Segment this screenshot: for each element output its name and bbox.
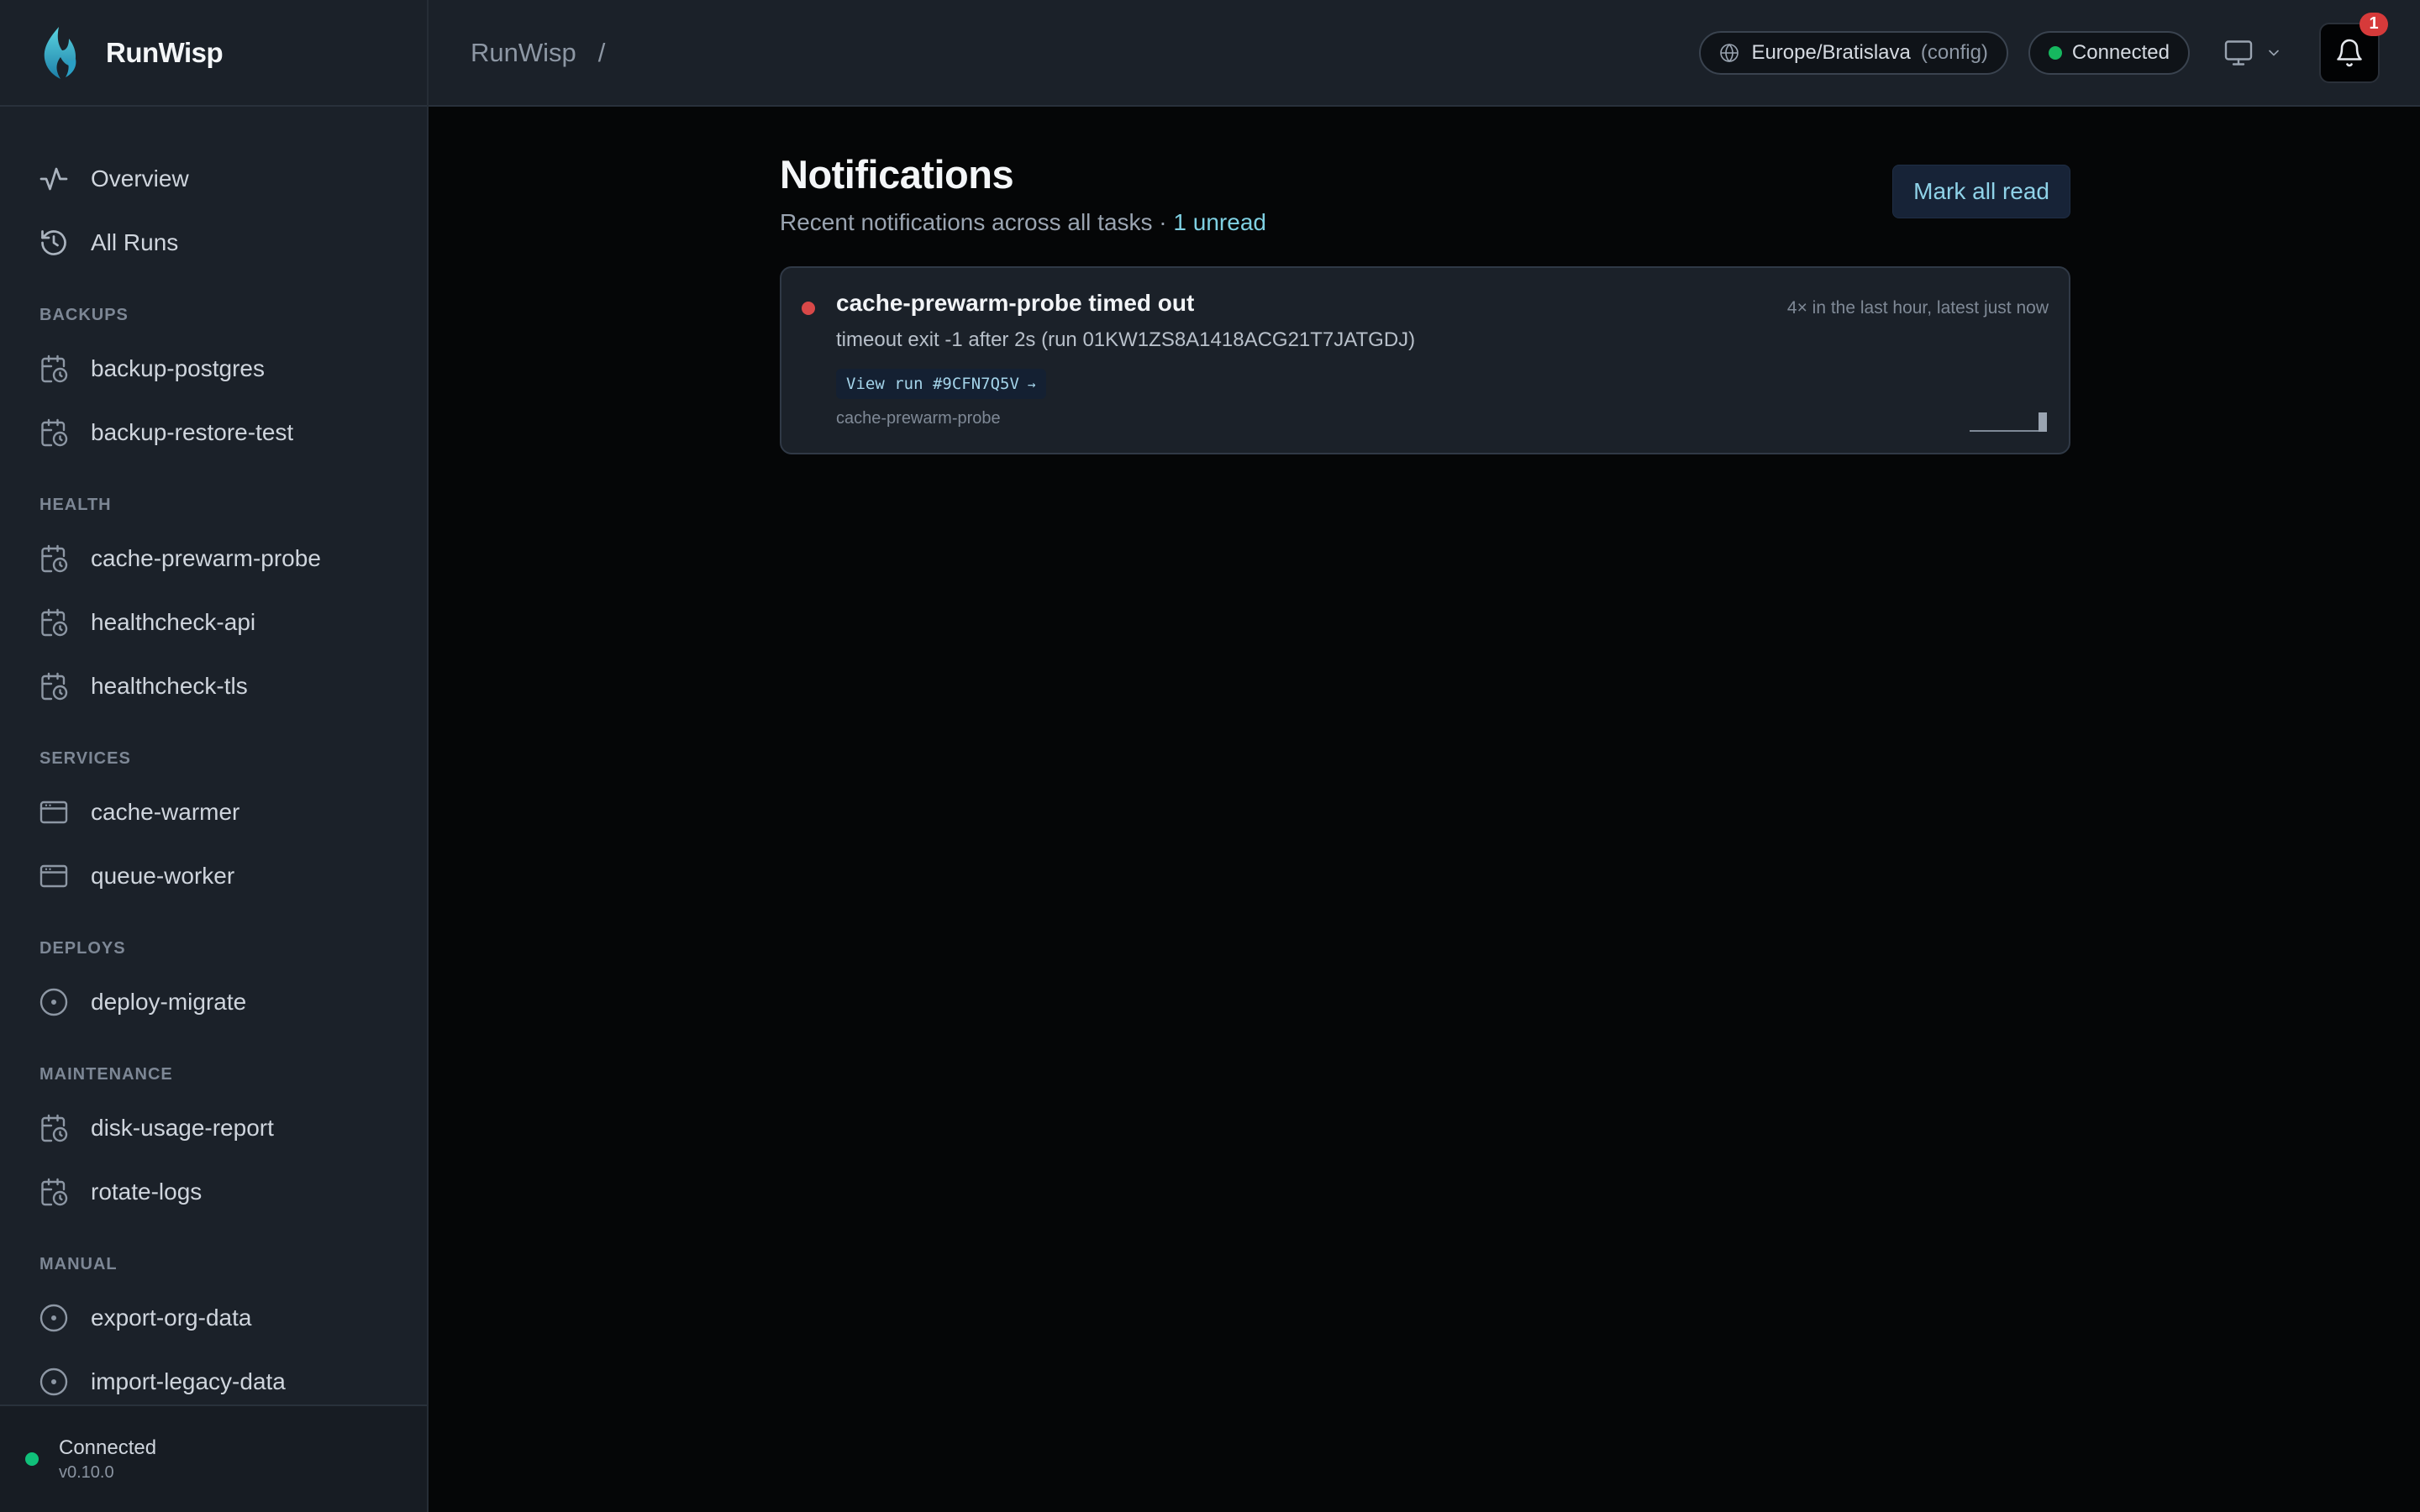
sidebar-item-label: queue-worker — [91, 863, 235, 889]
sidebar-item-disk-usage-report[interactable]: disk-usage-report — [0, 1096, 427, 1160]
section-label-maintenance: MAINTENANCE — [39, 1065, 173, 1084]
page-subtitle: Recent notifications across all tasks · … — [780, 209, 1266, 236]
bell-icon — [2337, 39, 2362, 66]
unread-count: 1 unread — [1173, 209, 1266, 235]
breadcrumb-separator: / — [597, 37, 606, 67]
occurrence-sparkline — [1970, 412, 2047, 432]
notification-task-name: cache-prewarm-probe — [836, 409, 1001, 428]
notification-description: timeout exit -1 after 2s (run 01KW1ZS8A1… — [836, 328, 1416, 351]
section-label-deploys: DEPLOYS — [39, 939, 126, 958]
sidebar-item-backup-postgres[interactable]: backup-postgres — [0, 337, 427, 401]
sidebar-item-backup-restore-test[interactable]: backup-restore-test — [0, 401, 427, 465]
connection-label: Connected — [2071, 40, 2170, 64]
calendar-clock-icon — [39, 543, 69, 574]
app-version: v0.10.0 — [59, 1462, 114, 1482]
sidebar-item-label: healthcheck-tls — [91, 673, 248, 699]
breadcrumb: RunWisp / — [429, 38, 605, 68]
page-subtitle-text: Recent notifications across all tasks · — [780, 209, 1174, 235]
connection-pill: Connected — [2028, 30, 2190, 75]
calendar-clock-icon — [39, 1177, 69, 1207]
theme-display-dropdown[interactable] — [2223, 38, 2282, 68]
calendar-clock-icon — [39, 1113, 69, 1143]
notification-time: 4× in the last hour, latest just now — [1786, 298, 2049, 318]
calendar-clock-icon — [39, 354, 69, 384]
sidebar-item-label: healthcheck-api — [91, 609, 256, 635]
section-label-services: SERVICES — [39, 749, 131, 768]
chevron-down-icon — [2269, 50, 2279, 56]
calendar-clock-icon — [39, 671, 69, 701]
sidebar-item-label: All Runs — [91, 229, 179, 255]
sidebar-item-label: import-legacy-data — [91, 1368, 286, 1394]
circle-dot-icon — [39, 987, 69, 1017]
sidebar-item-queue-worker[interactable]: queue-worker — [0, 844, 427, 908]
sidebar-item-label: deploy-migrate — [91, 989, 247, 1015]
brand[interactable]: RunWisp — [0, 0, 427, 107]
sidebar-item-healthcheck-api[interactable]: healthcheck-api — [0, 591, 427, 654]
circle-dot-icon — [39, 1303, 69, 1333]
sidebar-item-label: backup-restore-test — [91, 419, 294, 445]
calendar-clock-icon — [39, 417, 69, 448]
circle-dot-icon — [39, 1367, 69, 1397]
arrow-right-icon: → — [1027, 375, 1036, 392]
notification-count-badge: 1 — [2360, 12, 2388, 36]
notification-title: cache-prewarm-probe timed out — [836, 290, 1195, 316]
sidebar-item-label: Overview — [91, 165, 189, 192]
brand-name: RunWisp — [106, 36, 224, 68]
activity-icon — [39, 164, 69, 194]
header-actions: Europe/Bratislava (config) Connected 1 — [1699, 12, 2420, 83]
view-run-label: View run #9CFN7Q5V — [846, 375, 1019, 393]
sidebar: RunWisp Overview All Runs BACKUPS backup… — [0, 0, 429, 1512]
calendar-clock-icon — [39, 607, 69, 638]
footer-connection-status: Connected — [59, 1436, 157, 1459]
sidebar-item-rotate-logs[interactable]: rotate-logs — [0, 1160, 427, 1224]
connection-dot — [2048, 45, 2062, 60]
sidebar-nav: Overview All Runs BACKUPS backup-postgre… — [0, 107, 427, 1414]
sidebar-item-label: export-org-data — [91, 1305, 252, 1331]
monitor-icon — [2224, 39, 2253, 66]
sidebar-item-healthcheck-tls[interactable]: healthcheck-tls — [0, 654, 427, 718]
breadcrumb-root[interactable]: RunWisp — [471, 38, 576, 68]
view-run-link[interactable]: View run #9CFN7Q5V → — [836, 369, 1046, 399]
timezone-pill[interactable]: Europe/Bratislava (config) — [1699, 30, 2008, 75]
section-label-backups: BACKUPS — [39, 306, 129, 324]
main-content: Notifications Recent notifications acros… — [780, 151, 2070, 454]
mark-all-read-button[interactable]: Mark all read — [1892, 165, 2070, 218]
sidebar-item-cache-warmer[interactable]: cache-warmer — [0, 780, 427, 844]
sidebar-item-label: backup-postgres — [91, 355, 266, 381]
notifications-button[interactable]: 1 — [2319, 12, 2388, 83]
sidebar-item-cache-prewarm-probe[interactable]: cache-prewarm-probe — [0, 527, 427, 591]
page-header: Notifications Recent notifications acros… — [780, 151, 2070, 236]
top-header: RunWisp / Europe/Bratislava (config) Con… — [429, 0, 2420, 107]
sidebar-item-export-org-data[interactable]: export-org-data — [0, 1286, 427, 1350]
app-window-icon — [39, 861, 69, 891]
section-label-health: HEALTH — [39, 496, 112, 514]
sidebar-item-deploy-migrate[interactable]: deploy-migrate — [0, 970, 427, 1034]
app-window-icon — [39, 797, 69, 827]
sidebar-item-label: cache-warmer — [91, 799, 240, 825]
timezone-source: (config) — [1920, 40, 1988, 64]
connection-status-dot — [25, 1452, 39, 1466]
page-title: Notifications — [780, 152, 1014, 197]
runwisp-logo-icon — [44, 26, 76, 79]
sidebar-item-all-runs[interactable]: All Runs — [0, 211, 427, 275]
section-label-manual: MANUAL — [39, 1255, 118, 1273]
sidebar-item-label: disk-usage-report — [91, 1115, 274, 1141]
unread-indicator-dot — [802, 302, 815, 315]
history-icon — [39, 228, 69, 258]
sidebar-footer: Connected v0.10.0 — [0, 1404, 427, 1512]
sidebar-item-label: rotate-logs — [91, 1179, 203, 1205]
sidebar-item-label: cache-prewarm-probe — [91, 545, 321, 571]
timezone-label: Europe/Bratislava — [1751, 40, 1911, 64]
sidebar-item-overview[interactable]: Overview — [0, 147, 427, 211]
globe-icon — [1720, 43, 1739, 62]
notification-card[interactable]: cache-prewarm-probe timed out 4× in the … — [780, 266, 2070, 454]
